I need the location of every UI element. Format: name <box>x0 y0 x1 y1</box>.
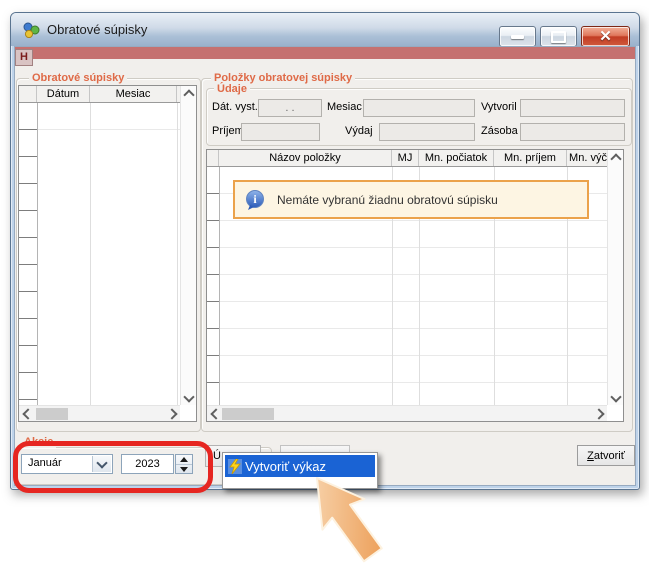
field-label-vydaj: Výdaj <box>345 125 373 137</box>
menu-item-vytvorit-vykaz[interactable]: Vytvoriť výkaz <box>225 455 375 477</box>
menu-item-label: Vytvoriť výkaz <box>245 459 326 474</box>
field-label-prijem: Príjem <box>212 125 244 137</box>
dropdown-button[interactable] <box>92 456 111 472</box>
close-button-mnemonic: Z <box>587 450 594 462</box>
prijem-field[interactable] <box>241 123 320 141</box>
vydaj-field[interactable] <box>379 123 475 141</box>
scrollbar-thumb[interactable] <box>222 408 274 420</box>
akcie-group-label: Akcie <box>21 436 56 448</box>
turnover-list-table[interactable]: Dátum Mesiac I <box>18 85 197 422</box>
column-header-mn-pociatok[interactable]: Mn. počiatok <box>419 150 494 166</box>
column-header-mn-prijem[interactable]: Mn. príjem <box>494 150 567 166</box>
field-label-mesiac: Mesiac <box>327 101 362 113</box>
scroll-up-button[interactable] <box>181 86 196 101</box>
table-body[interactable] <box>19 103 180 405</box>
scroll-right-button[interactable] <box>592 406 607 421</box>
dat-vyst-field[interactable]: . . <box>258 99 322 117</box>
year-spinner <box>175 454 193 474</box>
horizontal-scrollbar[interactable] <box>19 405 180 421</box>
field-label-vytvoril: Vytvoril <box>481 101 517 113</box>
client-area: H Obratové súpisky Dátum Mesiac I <box>14 46 636 486</box>
info-message-box: i Nemáte vybranú žiadnu obratovú súpisku <box>233 180 589 219</box>
field-label-dat-vyst: Dát. vyst. <box>212 101 258 113</box>
close-icon: ✕ <box>599 29 612 44</box>
year-input[interactable]: 2023 <box>121 454 174 474</box>
left-group-label: Obratové súpisky <box>29 72 127 84</box>
month-dropdown-value: Január <box>28 457 62 469</box>
page: { "window": { "title": "Obratové súpisky… <box>0 0 649 567</box>
column-header-nazov[interactable]: Názov položky <box>219 150 392 166</box>
vertical-scrollbar[interactable] <box>180 86 196 405</box>
column-header-mj[interactable]: MJ <box>392 150 419 166</box>
scroll-left-button[interactable] <box>19 406 34 421</box>
close-button[interactable]: ✕ <box>581 26 630 47</box>
table-header: Názov položky MJ Mn. počiatok Mn. príjem… <box>207 150 623 167</box>
maximize-icon <box>551 31 566 43</box>
scroll-right-button[interactable] <box>165 406 180 421</box>
chevron-left-icon <box>210 408 221 419</box>
chevron-up-icon <box>183 89 194 100</box>
row-selector-column <box>207 167 219 405</box>
spin-up-button[interactable] <box>176 455 192 464</box>
table-header: Dátum Mesiac I <box>19 86 196 103</box>
close-dialog-button[interactable]: Zatvoriť <box>577 445 635 466</box>
row-selector-column <box>19 103 37 405</box>
spin-down-button[interactable] <box>176 465 192 474</box>
context-menu: Vytvoriť výkaz <box>222 452 378 489</box>
column-header-datum[interactable]: Dátum <box>37 86 90 102</box>
udaje-group: Dát. vyst. . . Mesiac Vytvoril Príjem Vý… <box>206 88 632 146</box>
chevron-down-icon <box>96 457 107 468</box>
info-icon: i <box>244 189 266 211</box>
scroll-down-button[interactable] <box>608 390 623 405</box>
month-dropdown[interactable]: Január <box>21 454 113 474</box>
close-button-label: atvoriť <box>594 450 625 462</box>
chevron-right-icon <box>593 408 604 419</box>
window: Obratové súpisky ✕ H Obratové súpisky Dá… <box>10 12 640 490</box>
zasoba-field[interactable] <box>520 123 625 141</box>
chevron-right-icon <box>166 408 177 419</box>
chevron-down-icon <box>610 391 621 402</box>
selector-column-header <box>207 150 219 166</box>
chevron-down-icon <box>183 391 194 402</box>
column-header-mn-vydaj[interactable]: Mn. výč <box>567 150 609 166</box>
maximize-button[interactable] <box>540 26 577 47</box>
window-title: Obratové súpisky <box>47 22 147 37</box>
selector-column-header <box>19 86 37 102</box>
toolbar-bar <box>15 47 635 59</box>
chevron-up-icon <box>610 153 621 164</box>
lightning-icon <box>225 459 245 474</box>
h-button[interactable]: H <box>15 49 33 66</box>
window-controls: ✕ <box>499 26 630 47</box>
udaje-group-label: Údaje <box>214 83 250 95</box>
horizontal-scrollbar[interactable] <box>207 405 607 421</box>
spin-down-icon <box>180 467 188 472</box>
scroll-up-button[interactable] <box>608 150 623 165</box>
scroll-down-button[interactable] <box>181 390 196 405</box>
app-icon <box>22 22 40 38</box>
scroll-left-button[interactable] <box>207 406 222 421</box>
vytvoril-field[interactable] <box>520 99 625 117</box>
minimize-icon <box>511 35 524 39</box>
info-message-text: Nemáte vybranú žiadnu obratovú súpisku <box>277 193 498 207</box>
chevron-left-icon <box>22 408 33 419</box>
column-header-mesiac[interactable]: Mesiac <box>90 86 177 102</box>
spin-up-icon <box>180 457 188 462</box>
scrollbar-thumb[interactable] <box>36 408 68 420</box>
minimize-button[interactable] <box>499 26 536 47</box>
vertical-scrollbar[interactable] <box>607 150 623 405</box>
mesiac-field[interactable] <box>363 99 475 117</box>
field-label-zasoba: Zásoba <box>481 125 518 137</box>
